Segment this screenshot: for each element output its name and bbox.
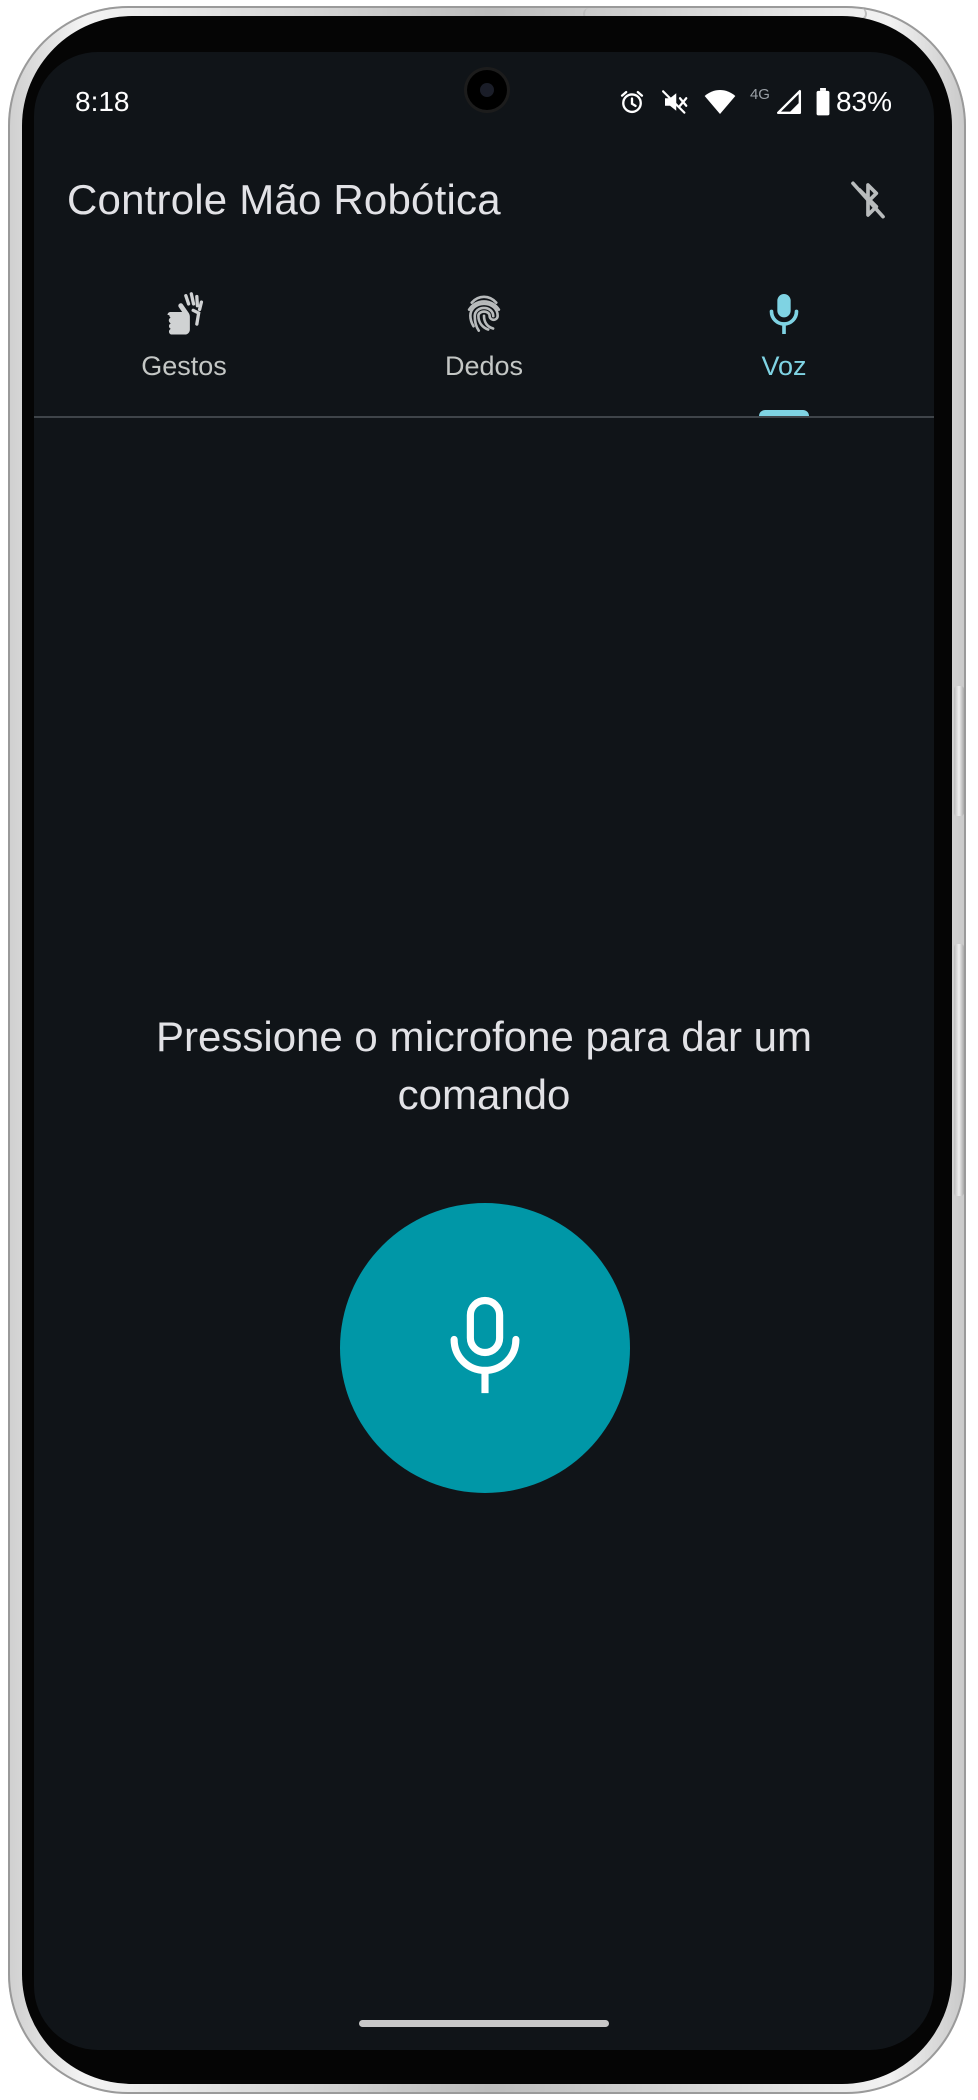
alarm-icon bbox=[618, 88, 646, 116]
bluetooth-button[interactable] bbox=[842, 176, 894, 228]
wifi-icon bbox=[704, 88, 736, 116]
battery-icon bbox=[816, 88, 830, 116]
mic-icon bbox=[445, 1294, 525, 1403]
app-title: Controle Mão Robótica bbox=[67, 176, 501, 223]
tab-gestos[interactable]: Gestos bbox=[34, 284, 334, 416]
status-icons: 4G 83% bbox=[618, 84, 892, 120]
phone-side-button bbox=[954, 944, 964, 1196]
microphone-button[interactable] bbox=[340, 1203, 630, 1493]
tab-dedos[interactable]: Dedos bbox=[334, 284, 634, 416]
status-bar: 8:18 4G 83% bbox=[34, 82, 934, 122]
mic-icon bbox=[764, 290, 804, 343]
mute-icon bbox=[660, 87, 690, 117]
status-time: 8:18 bbox=[75, 86, 130, 117]
signal-icon bbox=[776, 89, 802, 115]
tab-divider bbox=[34, 416, 934, 418]
tab-label: Gestos bbox=[141, 351, 227, 381]
tab-label: Dedos bbox=[444, 351, 524, 381]
bluetooth-disabled-icon bbox=[848, 176, 888, 229]
phone-side-button bbox=[954, 686, 964, 816]
sign-language-icon bbox=[162, 290, 206, 343]
tab-bar: Gestos Dedos Voz bbox=[34, 284, 934, 416]
battery-percent: 83% bbox=[835, 86, 892, 117]
fingerprint-icon bbox=[463, 290, 505, 343]
tab-label: Voz bbox=[761, 351, 807, 381]
tab-voz[interactable]: Voz bbox=[634, 284, 934, 416]
voice-instruction-text: Pressione o microfone para dar um comand… bbox=[156, 1013, 812, 1118]
home-indicator[interactable] bbox=[359, 2020, 609, 2027]
network-type: 4G bbox=[749, 85, 770, 103]
app-screen: 8:18 4G 83% Controle Mão Robótica Gestos… bbox=[34, 52, 934, 2050]
